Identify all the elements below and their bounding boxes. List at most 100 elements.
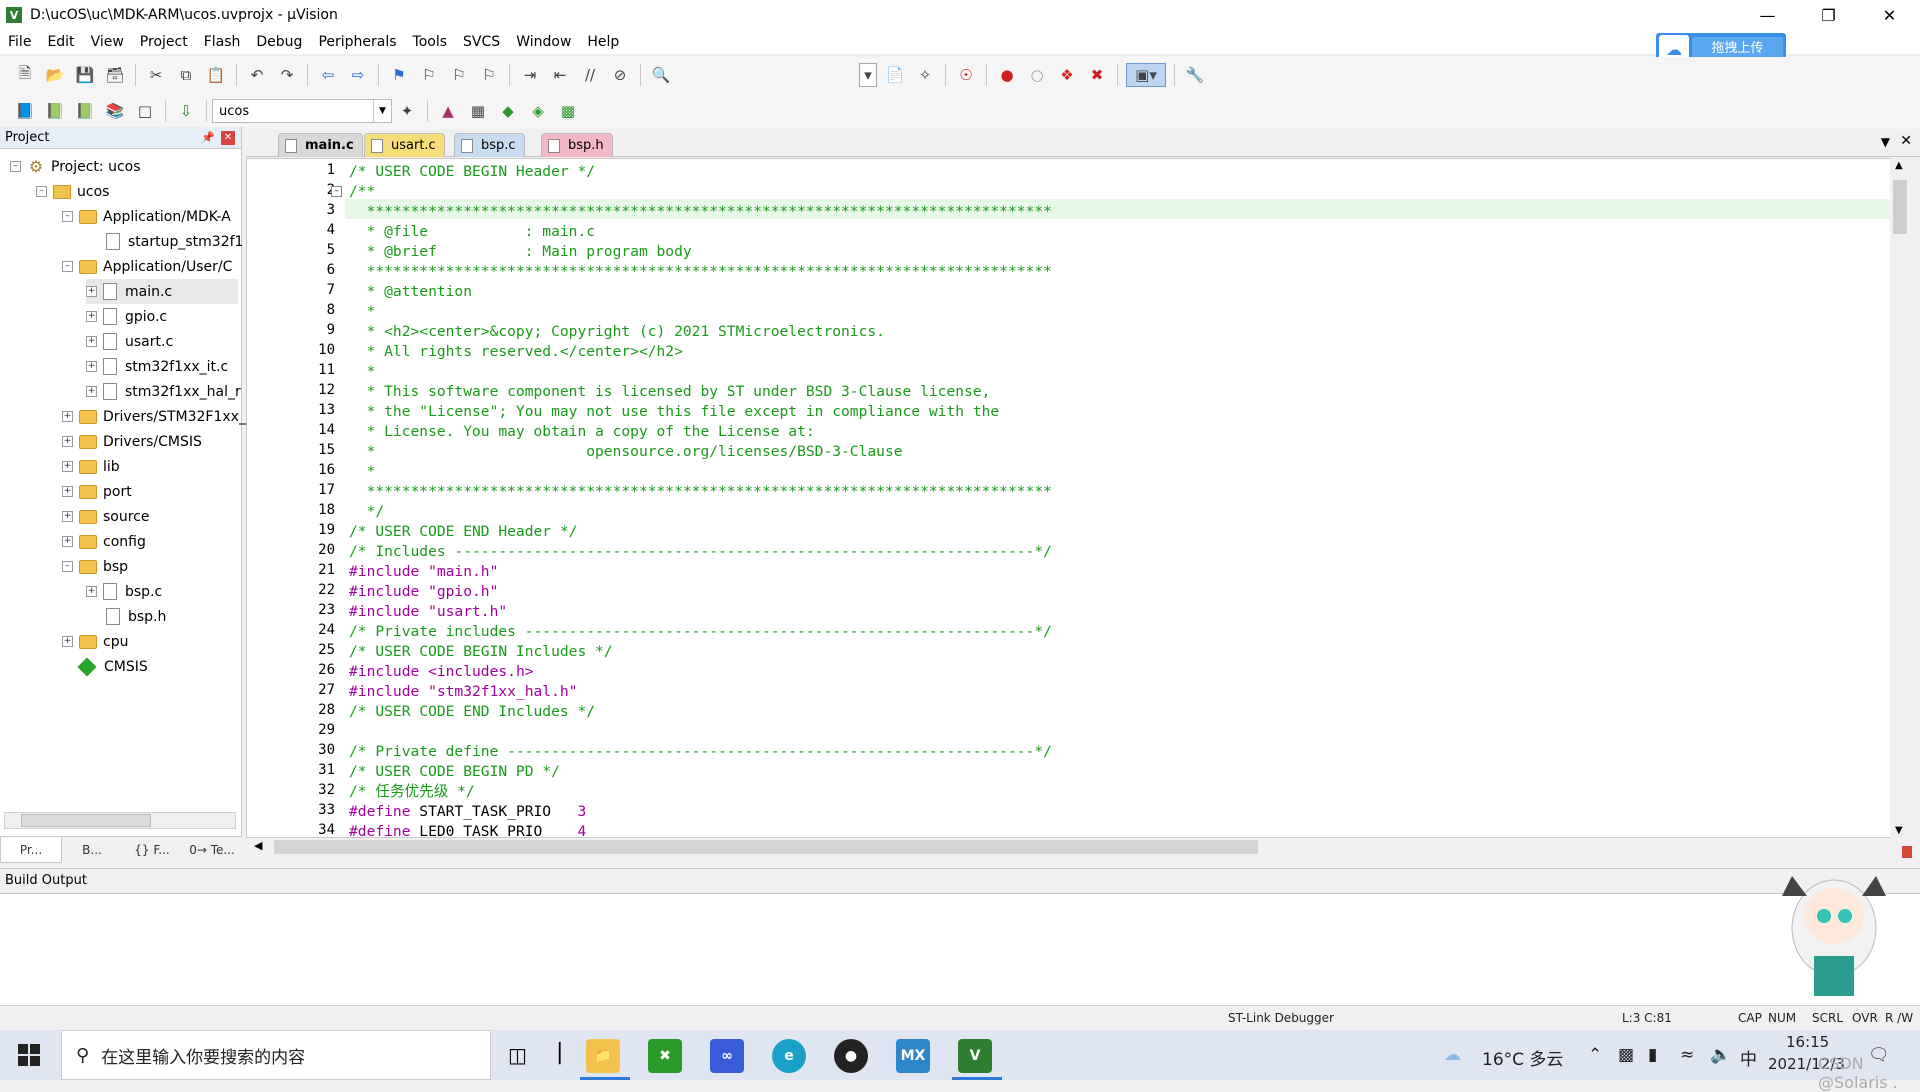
xbox-icon[interactable]: ✖ [648,1039,682,1073]
qq-penguin-icon[interactable]: ● [834,1039,868,1073]
expand-icon[interactable]: + [86,586,97,597]
debug-session-icon[interactable]: ☉ [954,63,978,87]
comment-icon[interactable]: // [578,63,602,87]
collapse-icon[interactable]: – [62,561,73,572]
editor-horizontal-scrollbar[interactable]: ◀ [250,838,1890,856]
scrollbar-thumb[interactable] [274,840,1258,854]
file-explorer-icon[interactable]: 📁 [586,1039,620,1073]
volume-icon[interactable]: 🔈 [1710,1045,1731,1065]
fold-collapse-icon[interactable]: – [331,186,342,197]
collapse-icon[interactable]: – [62,261,73,272]
battery-icon[interactable]: ▮ [1648,1045,1657,1065]
stm32cubemx-icon[interactable]: MX [896,1039,930,1073]
save-all-icon[interactable]: 🗃 [103,63,127,87]
editor-vertical-scrollbar[interactable]: ▲ ▼ [1890,158,1910,838]
clock-time[interactable]: 16:15 [1786,1033,1829,1051]
tab-templates[interactable]: 0→ Te... [182,837,242,863]
scroll-down-icon[interactable]: ▼ [1895,825,1903,836]
tree-group[interactable]: – Application/MDK-A [62,204,231,229]
redo-icon[interactable]: ↷ [275,63,299,87]
translate-icon[interactable]: 📘 [13,99,37,123]
prev-bookmark-icon[interactable]: ⚐ [417,63,441,87]
ime-indicator[interactable]: 中 [1740,1045,1757,1070]
tree-group[interactable]: + config [62,529,146,554]
target-select[interactable]: ucos ▼ [212,99,392,123]
find-in-files-icon[interactable]: 🔍 [649,63,673,87]
collapse-icon[interactable]: – [62,211,73,222]
tree-file[interactable]: + gpio.c [86,304,167,329]
weather-text[interactable]: 16°C 多云 [1482,1045,1563,1070]
tree-group[interactable]: + cpu [62,629,128,654]
expand-icon[interactable]: + [62,436,73,447]
pack-installer-icon[interactable]: ◆ [496,99,520,123]
expand-icon[interactable]: + [86,386,97,397]
menu-help[interactable]: Help [579,30,627,54]
undo-icon[interactable]: ↶ [245,63,269,87]
scrollbar-thumb[interactable] [21,814,151,827]
expand-icon[interactable]: + [62,636,73,647]
breakpoint-icon[interactable]: ● [995,63,1019,87]
collapse-icon[interactable]: – [10,161,21,172]
tree-file[interactable]: startup_stm32f1 [106,229,243,254]
tab-list-chevron-icon[interactable]: ▼ [1881,135,1890,149]
tree-file[interactable]: + stm32f1xx_it.c [86,354,228,379]
tab-functions[interactable]: {} F... [122,837,182,863]
tree-group[interactable]: + Drivers/STM32F1xx_ [62,404,246,429]
tree-horizontal-scrollbar[interactable] [4,812,236,829]
target-options-icon[interactable]: ✦ [395,99,419,123]
show-hidden-icons-chevron[interactable]: ⌃ [1588,1045,1602,1065]
disable-breakpoint-icon[interactable]: ○ [1025,63,1049,87]
tree-file[interactable]: bsp.h [106,604,166,629]
open-folder-icon[interactable]: 📂 [43,63,67,87]
minimize-button[interactable]: — [1737,0,1798,30]
build-icon[interactable]: 📗 [43,99,67,123]
bookmark-icon[interactable]: ⚑ [387,63,411,87]
menu-tools[interactable]: Tools [405,30,456,54]
clear-bookmarks-icon[interactable]: ⚐ [477,63,501,87]
kill-breakpoints-icon[interactable]: ✖ [1085,63,1109,87]
tree-group[interactable]: + lib [62,454,120,479]
tree-file[interactable]: + bsp.c [86,579,162,604]
network-adapter-icon[interactable]: ▩ [1618,1045,1634,1065]
menu-edit[interactable]: Edit [39,30,82,54]
tree-file[interactable]: + stm32f1xx_hal_r [86,379,241,404]
config-wizard-icon[interactable]: ✧ [913,63,937,87]
code-editor[interactable]: 12–3456789101112131415161718192021222324… [246,158,1900,840]
copy-icon[interactable]: ⧉ [174,63,198,87]
tree-group[interactable]: + port [62,479,132,504]
expand-icon[interactable]: + [62,461,73,472]
pin-icon[interactable]: 📌 [201,131,215,145]
select-software-packs-icon[interactable]: ◈ [526,99,550,123]
tree-target[interactable]: – ucos [36,179,109,204]
nav-back-icon[interactable]: ⇦ [316,63,340,87]
scroll-up-icon[interactable]: ▲ [1895,160,1903,171]
tree-file-selected[interactable]: + main.c [86,279,238,304]
file-extensions-icon[interactable]: ▲ [436,99,460,123]
expand-icon[interactable]: + [62,486,73,497]
expand-icon[interactable]: + [86,311,97,322]
stop-build-icon[interactable]: □ [133,99,157,123]
indent-icon[interactable]: ⇥ [518,63,542,87]
notification-icon[interactable]: 🗨 [1868,1045,1890,1065]
tree-group[interactable]: + Drivers/CMSIS [62,429,202,454]
manage-run-time-icon[interactable]: ▩ [556,99,580,123]
tab-main-c[interactable]: main.c [278,133,363,157]
tab-books[interactable]: B... [62,837,122,863]
uncomment-icon[interactable]: ⊘ [608,63,632,87]
find-dropdown-icon[interactable]: ▾ [859,63,877,87]
menu-file[interactable]: File [0,30,39,54]
restore-button[interactable]: ❐ [1798,0,1859,30]
manage-components-icon[interactable]: ▦ [466,99,490,123]
paste-icon[interactable]: 📋 [204,63,228,87]
configure-wrench-icon[interactable]: 🔧 [1183,63,1207,87]
nav-forward-icon[interactable]: ⇨ [346,63,370,87]
keil-uvision-icon[interactable]: V [958,1039,992,1073]
tree-group[interactable]: + source [62,504,150,529]
menu-view[interactable]: View [83,30,132,54]
tree-group[interactable]: – Application/User/C [62,254,232,279]
download-load-icon[interactable]: ⇩ [174,99,198,123]
scrollbar-thumb[interactable] [1893,180,1907,234]
tree-component[interactable]: CMSIS [77,654,148,679]
tree-group[interactable]: – bsp [62,554,128,579]
window-layout-icon[interactable]: ▣▾ [1126,63,1166,87]
